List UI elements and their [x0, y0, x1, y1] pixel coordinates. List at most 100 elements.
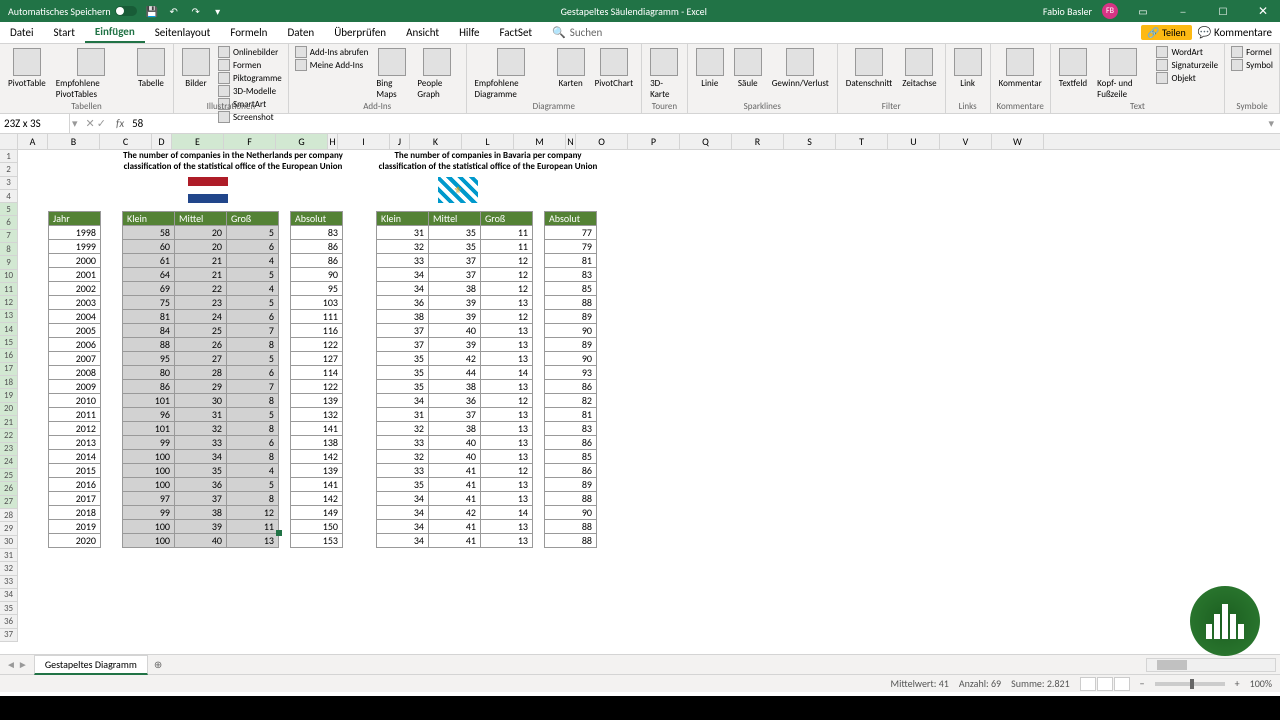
sheet-next-icon[interactable]: ►: [18, 658, 28, 671]
col-header-L[interactable]: L: [462, 134, 514, 149]
row-header-2[interactable]: 2: [0, 163, 17, 176]
ribbon-link[interactable]: Link: [950, 46, 986, 91]
search-icon[interactable]: 🔍: [552, 26, 566, 39]
row-header-9[interactable]: 9: [0, 256, 17, 269]
spreadsheet-grid[interactable]: 1234567891011121314151617181920212223242…: [0, 134, 1280, 654]
menu-tab-daten[interactable]: Daten: [277, 22, 324, 43]
col-header-P[interactable]: P: [628, 134, 680, 149]
row-header-33[interactable]: 33: [0, 576, 17, 589]
formula-input[interactable]: 58: [128, 117, 1262, 130]
col-header-D[interactable]: D: [152, 134, 172, 149]
autosave-toggle[interactable]: Automatisches Speichern: [8, 5, 137, 18]
col-header-Q[interactable]: Q: [680, 134, 732, 149]
row-header-27[interactable]: 27: [0, 496, 17, 509]
menu-tab-factset[interactable]: FactSet: [490, 22, 543, 43]
row-header-13[interactable]: 13: [0, 310, 17, 323]
col-header-N[interactable]: N: [566, 134, 576, 149]
menu-tab-hilfe[interactable]: Hilfe: [449, 22, 489, 43]
row-header-12[interactable]: 12: [0, 296, 17, 309]
col-header-T[interactable]: T: [836, 134, 888, 149]
row-header-6[interactable]: 6: [0, 216, 17, 229]
col-header-C[interactable]: C: [100, 134, 152, 149]
user-name[interactable]: Fabio Basler: [1043, 5, 1092, 18]
ribbon-zeitachse[interactable]: Zeitachse: [898, 46, 940, 91]
row-header-19[interactable]: 19: [0, 389, 17, 402]
row-header-29[interactable]: 29: [0, 522, 17, 535]
view-normal-icon[interactable]: [1080, 677, 1096, 691]
zoom-level[interactable]: 100%: [1250, 677, 1272, 690]
undo-icon[interactable]: ↶: [167, 4, 181, 18]
menu-tab-start[interactable]: Start: [44, 22, 85, 43]
col-header-S[interactable]: S: [784, 134, 836, 149]
col-header-W[interactable]: W: [992, 134, 1044, 149]
row-header-11[interactable]: 11: [0, 283, 17, 296]
qat-dropdown-icon[interactable]: ▾: [211, 4, 225, 18]
ribbon-bing-maps[interactable]: Bing Maps: [372, 46, 411, 102]
ribbon-screenshot[interactable]: Screenshot: [216, 111, 284, 123]
ribbon-meine-add-ins[interactable]: Meine Add-Ins: [293, 59, 371, 71]
menu-tab-überprüfen[interactable]: Überprüfen: [324, 22, 396, 43]
add-sheet-button[interactable]: ⊕: [148, 658, 168, 671]
col-header-J[interactable]: J: [390, 134, 410, 149]
user-avatar[interactable]: FB: [1102, 3, 1118, 19]
row-header-35[interactable]: 35: [0, 602, 17, 615]
col-header-I[interactable]: I: [338, 134, 390, 149]
ribbon-options-icon[interactable]: ▭: [1128, 0, 1158, 22]
data-table[interactable]: KleinMittelGroß5820560206612146421569224…: [122, 211, 279, 548]
ribbon-add-ins-abrufen[interactable]: Add-Ins abrufen: [293, 46, 371, 58]
enter-icon[interactable]: ✓: [97, 117, 106, 130]
ribbon-tabelle[interactable]: Tabelle: [133, 46, 169, 91]
ribbon-people-graph[interactable]: People Graph: [413, 46, 461, 102]
menu-tab-seitenlayout[interactable]: Seitenlayout: [145, 22, 221, 43]
ribbon-empfohlene-diagramme[interactable]: Empfohlene Diagramme: [471, 46, 551, 102]
row-header-37[interactable]: 37: [0, 629, 17, 642]
zoom-out-button[interactable]: −: [1140, 677, 1145, 690]
col-header-M[interactable]: M: [514, 134, 566, 149]
view-page-icon[interactable]: [1097, 677, 1113, 691]
row-header-26[interactable]: 26: [0, 482, 17, 495]
sheet-tab[interactable]: Gestapeltes Diagramm: [34, 655, 148, 675]
ribbon-gewinn-verlust[interactable]: Gewinn/Verlust: [768, 46, 833, 91]
menu-tab-ansicht[interactable]: Ansicht: [396, 22, 449, 43]
ribbon-piktogramme[interactable]: Piktogramme: [216, 72, 284, 84]
row-header-31[interactable]: 31: [0, 549, 17, 562]
ribbon-karten[interactable]: Karten: [553, 46, 589, 91]
ribbon-pivottable[interactable]: PivotTable: [4, 46, 50, 91]
col-header-G[interactable]: G: [276, 134, 328, 149]
col-header-B[interactable]: B: [48, 134, 100, 149]
row-header-32[interactable]: 32: [0, 562, 17, 575]
share-button[interactable]: 🔗 Teilen: [1141, 25, 1192, 40]
horizontal-scrollbar[interactable]: [1146, 658, 1276, 672]
row-header-16[interactable]: 16: [0, 349, 17, 362]
menu-tab-datei[interactable]: Datei: [0, 22, 44, 43]
ribbon-bilder[interactable]: Bilder: [178, 46, 214, 91]
save-icon[interactable]: 💾: [145, 4, 159, 18]
col-header-F[interactable]: F: [224, 134, 276, 149]
row-header-22[interactable]: 22: [0, 429, 17, 442]
data-table[interactable]: Jahr199819992000200120022003200420052006…: [48, 211, 101, 548]
row-header-18[interactable]: 18: [0, 376, 17, 389]
ribbon-linie[interactable]: Linie: [692, 46, 728, 91]
close-button[interactable]: ✕: [1248, 0, 1278, 22]
col-header-U[interactable]: U: [888, 134, 940, 149]
data-table[interactable]: Absolut777981838588899089909386828183868…: [544, 211, 597, 548]
row-header-28[interactable]: 28: [0, 509, 17, 522]
row-header-5[interactable]: 5: [0, 203, 17, 216]
search-label[interactable]: Suchen: [570, 26, 603, 39]
row-header-4[interactable]: 4: [0, 190, 17, 203]
ribbon-kommentar[interactable]: Kommentar: [995, 46, 1046, 91]
row-header-8[interactable]: 8: [0, 243, 17, 256]
row-header-36[interactable]: 36: [0, 615, 17, 628]
name-box[interactable]: 23Z x 3S: [0, 114, 70, 133]
row-header-10[interactable]: 10: [0, 270, 17, 283]
ribbon-s-ule[interactable]: Säule: [730, 46, 766, 91]
fx-icon[interactable]: fx: [112, 117, 128, 130]
zoom-slider[interactable]: [1155, 682, 1225, 686]
col-header-A[interactable]: A: [18, 134, 48, 149]
ribbon-kopf--und-fu-zeile[interactable]: Kopf- und Fußzeile: [1093, 46, 1152, 102]
data-table[interactable]: Absolut838686909510311111612212711412213…: [290, 211, 343, 548]
ribbon-onlinebilder[interactable]: Onlinebilder: [216, 46, 284, 58]
ribbon-objekt[interactable]: Objekt: [1154, 72, 1220, 84]
ribbon--d-modelle[interactable]: 3D-Modelle: [216, 85, 284, 97]
row-header-21[interactable]: 21: [0, 416, 17, 429]
